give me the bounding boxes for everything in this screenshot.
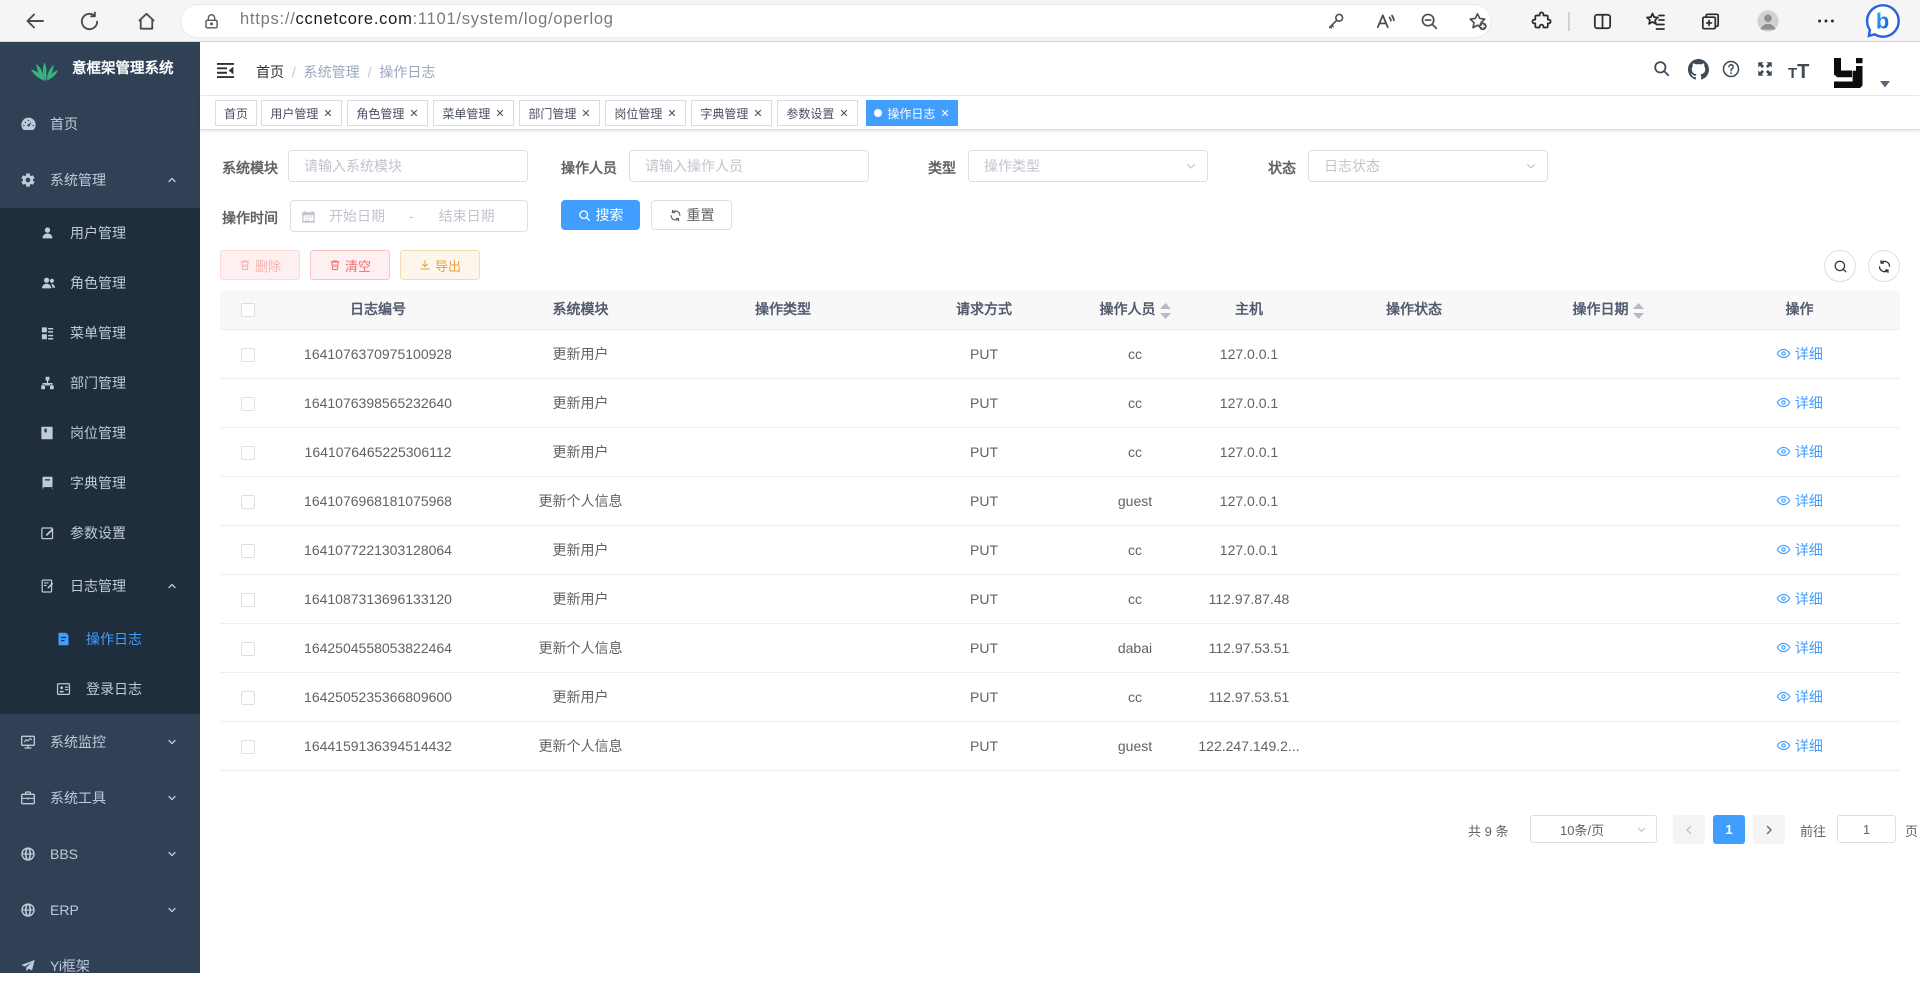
svg-text:b: b <box>1876 9 1889 34</box>
